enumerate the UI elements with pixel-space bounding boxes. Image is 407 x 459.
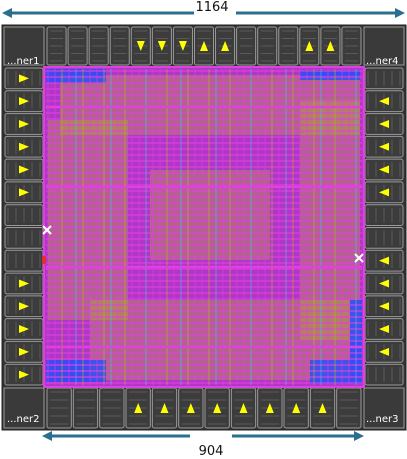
chip-layout-view: ...ner1 ...ner4 ...ner3 ...ner2 1164 904 xyxy=(0,0,407,459)
corner-label-top-right: ...ner4 xyxy=(366,56,399,67)
routing-congestion-region xyxy=(48,120,128,320)
top-dimension-label: 1164 xyxy=(195,0,228,15)
layout-canvas: ...ner1 ...ner4 ...ner3 ...ner2 1164 904 xyxy=(1,0,407,459)
bottom-dimension-arrow-right xyxy=(354,431,364,441)
pad-row-top xyxy=(46,26,362,66)
metal-fill-region xyxy=(310,360,362,384)
corner-label-bottom-right: ...ner3 xyxy=(366,414,399,425)
bottom-dimension-arrow-left xyxy=(42,431,52,441)
corner-label-bottom-left: ...ner2 xyxy=(7,414,40,425)
top-dimension-arrow-right xyxy=(395,8,405,18)
corner-label-top-left: ...ner1 xyxy=(7,56,40,67)
port-marker-red xyxy=(42,256,46,264)
bottom-dimension-label: 904 xyxy=(199,444,224,459)
core-area xyxy=(43,66,365,388)
top-dimension-arrow-left xyxy=(2,8,12,18)
